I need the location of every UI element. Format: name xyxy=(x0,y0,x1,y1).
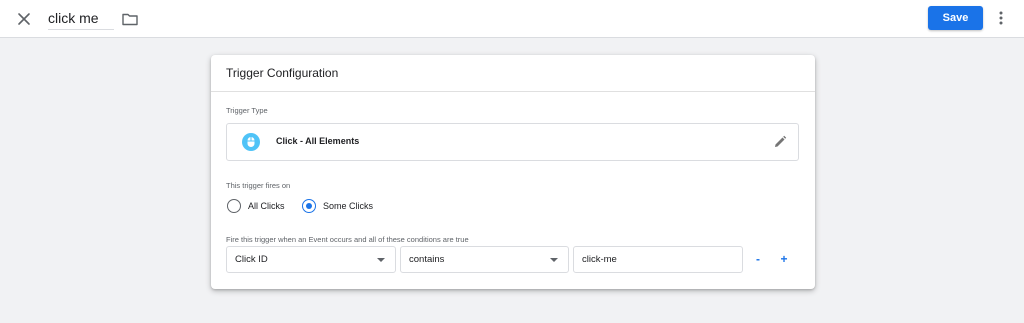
top-toolbar: click me Save xyxy=(0,0,1024,38)
radio-all-clicks-label: All Clicks xyxy=(248,201,285,211)
radio-unchecked-icon xyxy=(227,199,241,213)
variable-select[interactable]: Click ID xyxy=(226,246,396,273)
radio-checked-icon xyxy=(302,199,316,213)
radio-some-clicks-label: Some Clicks xyxy=(323,201,374,211)
fires-on-label: This trigger fires on xyxy=(226,181,291,190)
trigger-configuration-card: Trigger Configuration Trigger Type Click… xyxy=(211,55,815,289)
tag-name-input[interactable]: click me xyxy=(48,8,114,30)
pencil-icon[interactable] xyxy=(773,135,787,149)
remove-condition-button[interactable]: - xyxy=(751,251,765,267)
trigger-type-name: Click - All Elements xyxy=(276,136,360,146)
dropdown-arrow-icon xyxy=(377,258,385,262)
close-icon[interactable] xyxy=(14,9,34,29)
trigger-type-selector[interactable]: Click - All Elements xyxy=(226,123,799,161)
trigger-type-label: Trigger Type xyxy=(226,106,268,115)
add-condition-button[interactable]: + xyxy=(777,251,791,267)
condition-value-text: click-me xyxy=(582,254,617,265)
card-title: Trigger Configuration xyxy=(211,55,815,92)
operator-select[interactable]: contains xyxy=(400,246,569,273)
tag-name-text: click me xyxy=(48,10,99,26)
cursor-click-icon xyxy=(242,133,260,151)
condition-label: Fire this trigger when an Event occurs a… xyxy=(226,235,469,244)
save-button[interactable]: Save xyxy=(928,6,983,30)
dropdown-arrow-icon xyxy=(550,258,558,262)
folder-icon[interactable] xyxy=(121,10,139,28)
more-vert-icon[interactable] xyxy=(994,8,1008,28)
radio-all-clicks[interactable]: All Clicks xyxy=(227,198,297,214)
radio-some-clicks[interactable]: Some Clicks xyxy=(302,198,382,214)
variable-select-value: Click ID xyxy=(235,254,268,265)
operator-select-value: contains xyxy=(409,254,445,265)
condition-value-input[interactable]: click-me xyxy=(573,246,743,273)
